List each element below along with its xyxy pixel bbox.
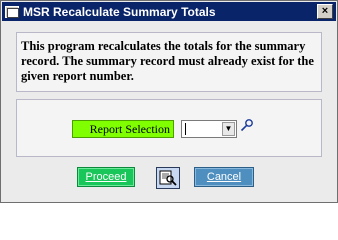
print-preview-icon [159,170,177,186]
text-caret [185,123,186,135]
proceed-button[interactable]: Proceed [77,167,135,187]
report-selection-dropdown[interactable]: ▼ [181,120,237,138]
dialog-window: MSR Recalculate Summary Totals × This pr… [0,0,338,203]
window-icon [5,5,19,19]
close-button[interactable]: × [317,4,333,19]
selection-panel: Report Selection ▼ [16,99,322,157]
magnifier-lookup-icon[interactable] [240,118,254,132]
info-text: This program recalculates the totals for… [21,39,314,83]
info-panel: This program recalculates the totals for… [16,32,322,92]
print-preview-button[interactable] [156,167,180,189]
chevron-down-icon[interactable]: ▼ [222,122,235,136]
cancel-button[interactable]: Cancel [194,167,254,187]
report-selection-label: Report Selection [72,120,174,138]
window-title: MSR Recalculate Summary Totals [23,4,216,19]
title-bar[interactable]: MSR Recalculate Summary Totals × [2,2,336,21]
